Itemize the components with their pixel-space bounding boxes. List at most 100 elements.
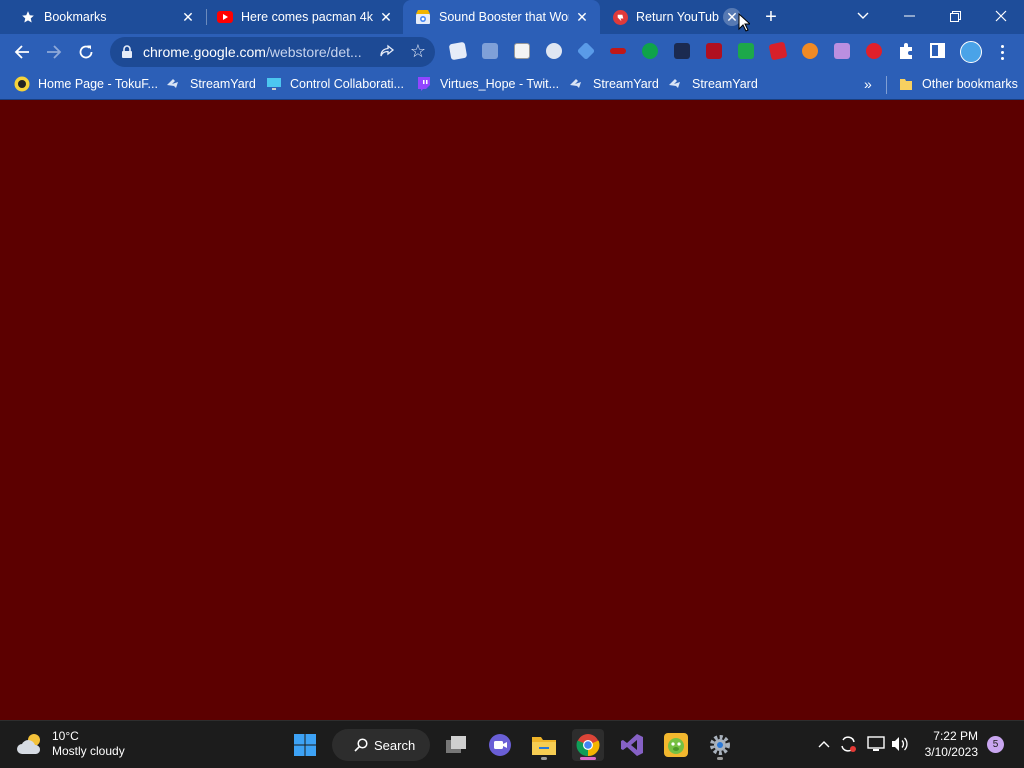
teams-chat-button[interactable] bbox=[484, 729, 516, 761]
url-host: chrome.google.com bbox=[143, 44, 266, 60]
chrome-menu-icon[interactable] bbox=[993, 41, 1011, 63]
sync-tray-icon[interactable] bbox=[837, 733, 859, 755]
bookmark-item[interactable]: StreamYard bbox=[668, 70, 758, 98]
streamyard-icon bbox=[569, 76, 585, 92]
start-button[interactable] bbox=[289, 729, 321, 761]
sync-icon bbox=[841, 736, 856, 752]
close-tab-icon[interactable]: ✕ bbox=[573, 8, 591, 26]
tokufest-icon bbox=[14, 76, 30, 92]
extension-icon[interactable] bbox=[674, 43, 690, 59]
extension-icon[interactable] bbox=[834, 43, 850, 59]
tab-title: Sound Booster that Work bbox=[439, 10, 569, 24]
reload-button[interactable] bbox=[72, 38, 100, 66]
extension-icon[interactable] bbox=[448, 41, 468, 61]
clock-date: 3/10/2023 bbox=[924, 745, 978, 759]
task-view-button[interactable] bbox=[440, 729, 472, 761]
visual-studio-button[interactable] bbox=[616, 729, 648, 761]
bookmarks-overflow-button[interactable]: » bbox=[864, 76, 872, 92]
extension-icon[interactable] bbox=[706, 43, 722, 59]
arrow-left-icon bbox=[14, 45, 29, 59]
extension-icon[interactable] bbox=[546, 43, 562, 59]
network-tray-icon[interactable] bbox=[865, 733, 887, 755]
webstore-icon bbox=[415, 9, 431, 25]
url-text[interactable]: chrome.google.com/webstore/det... bbox=[143, 44, 362, 60]
extension-icon[interactable] bbox=[642, 43, 658, 59]
settings-taskbar-button[interactable] bbox=[704, 729, 736, 761]
extension-icon[interactable] bbox=[866, 43, 882, 59]
bookmark-item[interactable]: StreamYard bbox=[166, 70, 256, 98]
tab-bookmarks[interactable]: Bookmarks ✕ bbox=[0, 0, 206, 34]
extension-icon[interactable] bbox=[802, 43, 818, 59]
bookmark-label: Home Page - TokuF... bbox=[38, 77, 158, 91]
tab-return-youtube[interactable]: Return YouTube ✕ bbox=[598, 0, 750, 34]
bookmark-label: Other bookmarks bbox=[922, 77, 1018, 91]
lock-icon[interactable] bbox=[120, 45, 134, 59]
extension-icon[interactable] bbox=[576, 41, 596, 61]
minimize-button[interactable] bbox=[886, 0, 932, 32]
extension-icon[interactable] bbox=[738, 43, 754, 59]
browser-toolbar: chrome.google.com/webstore/det... ☆ bbox=[0, 34, 1024, 70]
bookmark-item[interactable]: Control Collaborati... bbox=[266, 70, 404, 98]
monitor-icon bbox=[266, 76, 282, 92]
visual-studio-icon bbox=[621, 734, 643, 756]
windows-logo-icon bbox=[294, 734, 316, 756]
game-app-button[interactable] bbox=[660, 729, 692, 761]
file-explorer-button[interactable] bbox=[528, 729, 560, 761]
speaker-icon bbox=[892, 737, 908, 751]
notification-badge[interactable]: 5 bbox=[987, 736, 1004, 753]
pig-game-icon bbox=[664, 733, 688, 757]
tab-title: Bookmarks bbox=[44, 10, 107, 24]
bookmark-star-icon[interactable]: ☆ bbox=[410, 42, 426, 60]
volume-tray-icon[interactable] bbox=[889, 733, 911, 755]
search-icon bbox=[354, 738, 368, 752]
chevron-down-icon bbox=[857, 12, 869, 19]
chrome-taskbar-button[interactable] bbox=[572, 729, 604, 761]
tab-title: Return YouTube bbox=[636, 10, 719, 24]
taskbar-clock[interactable]: 7:22 PM 3/10/2023 bbox=[918, 728, 978, 760]
page-content bbox=[0, 101, 1024, 720]
search-label: Search bbox=[374, 737, 416, 753]
extension-icon[interactable] bbox=[482, 43, 498, 59]
extension-icon[interactable] bbox=[514, 43, 530, 59]
tab-sound-booster[interactable]: Sound Booster that Work ✕ bbox=[403, 0, 600, 34]
star-icon bbox=[20, 9, 36, 25]
extension-icon[interactable] bbox=[610, 48, 626, 54]
profile-avatar[interactable] bbox=[960, 41, 982, 63]
forward-button[interactable] bbox=[40, 38, 68, 66]
bookmark-label: StreamYard bbox=[190, 77, 256, 91]
extensions-puzzle-icon[interactable] bbox=[897, 42, 915, 60]
twitch-icon bbox=[416, 76, 432, 92]
arrow-right-icon bbox=[47, 45, 62, 59]
windows-taskbar: 10°C Mostly cloudy Search 7:22 PM 3/10/2… bbox=[0, 720, 1024, 768]
show-hidden-icons-button[interactable] bbox=[813, 733, 835, 755]
bookmark-item[interactable]: Home Page - TokuF... bbox=[14, 70, 158, 98]
streamyard-icon bbox=[668, 76, 684, 92]
tab-pacman[interactable]: Here comes pacman 4k 6 ✕ bbox=[197, 0, 404, 34]
close-window-button[interactable] bbox=[978, 0, 1024, 32]
bookmark-label: Control Collaborati... bbox=[290, 77, 404, 91]
new-tab-button[interactable]: + bbox=[759, 5, 783, 29]
side-panel-icon[interactable] bbox=[930, 43, 945, 58]
weather-temperature: 10°C bbox=[52, 729, 79, 743]
bookmarks-bar: Home Page - TokuF... StreamYard Control … bbox=[0, 70, 1024, 100]
share-icon[interactable] bbox=[379, 44, 395, 60]
close-tab-icon[interactable]: ✕ bbox=[377, 8, 395, 26]
minimize-icon bbox=[903, 15, 915, 17]
weather-widget[interactable]: 10°C Mostly cloudy bbox=[16, 729, 125, 759]
tab-search-button[interactable] bbox=[840, 0, 886, 32]
bookmark-item[interactable]: Virtues_Hope - Twit... bbox=[416, 70, 559, 98]
bookmark-label: Virtues_Hope - Twit... bbox=[440, 77, 560, 91]
other-bookmarks-folder[interactable]: Other bookmarks bbox=[898, 70, 1018, 98]
tab-title: Here comes pacman 4k 6 bbox=[241, 10, 373, 24]
taskbar-search-button[interactable]: Search bbox=[332, 729, 430, 761]
close-icon bbox=[995, 10, 1007, 22]
close-tab-icon[interactable]: ✕ bbox=[179, 8, 197, 26]
bookmark-item[interactable]: StreamYard bbox=[569, 70, 659, 98]
youtube-icon bbox=[217, 9, 233, 25]
restore-icon bbox=[949, 10, 961, 22]
restore-button[interactable] bbox=[932, 0, 978, 32]
return-youtube-dislike-icon bbox=[612, 9, 628, 25]
address-bar[interactable]: chrome.google.com/webstore/det... ☆ bbox=[110, 37, 435, 67]
extension-icon[interactable] bbox=[768, 41, 788, 61]
back-button[interactable] bbox=[8, 38, 36, 66]
